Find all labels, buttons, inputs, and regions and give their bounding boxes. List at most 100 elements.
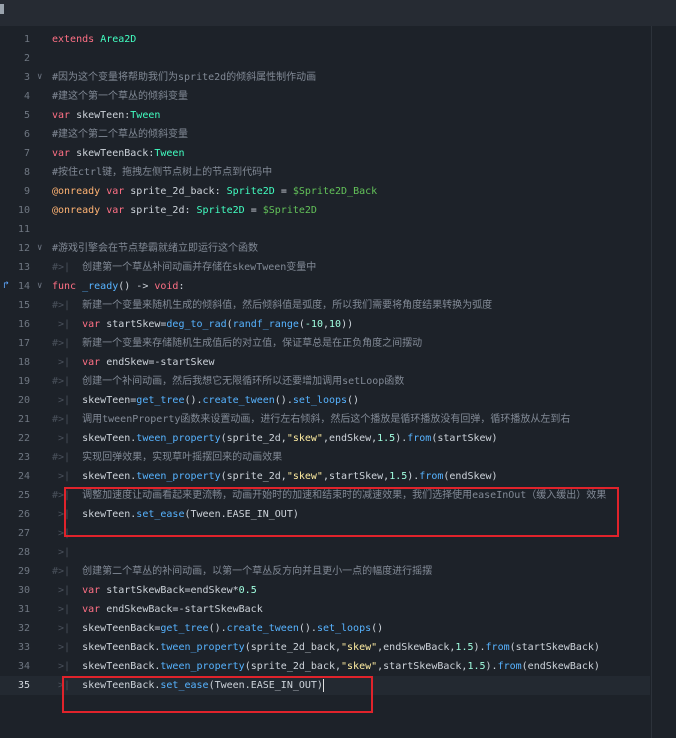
line-number[interactable]: 20	[0, 391, 30, 410]
line-number[interactable]: 18	[0, 353, 30, 372]
line-number[interactable]: 1	[0, 30, 30, 49]
code-line[interactable]: 32 >| skewTeenBack=get_tree().create_twe…	[0, 619, 650, 638]
code-editor[interactable]: 1 extends Area2D 2 3 ∨ #因为这个变量将帮助我们为sprite2d的…	[0, 26, 676, 738]
code-text[interactable]: #建这个第一个草丛的倾斜变量	[52, 87, 188, 106]
method-override-icon[interactable]: ↱	[3, 281, 12, 291]
code-text[interactable]: extends Area2D	[52, 30, 136, 49]
line-number[interactable]: 23	[0, 448, 30, 467]
line-number[interactable]: 30	[0, 581, 30, 600]
code-line[interactable]: 21 #>| 调用tweenProperty函数来设置动画，进行左右倾斜，然后这个…	[0, 410, 650, 429]
code-text[interactable]: >| skewTeen=get_tree().create_tween().se…	[52, 391, 359, 410]
code-line[interactable]: 10 @onready var sprite_2d: Sprite2D = $Sp…	[0, 201, 650, 220]
code-line[interactable]: 18 >| var endSkew=-startSkew	[0, 353, 650, 372]
line-number[interactable]: 11	[0, 220, 30, 239]
code-line[interactable]: 23 #>| 实现回弹效果，实现草叶摇摆回来的动画效果	[0, 448, 650, 467]
code-line[interactable]: 29 #>| 创建第二个草丛的补间动画，以第一个草丛反方向并且更小一点的幅度进行摇…	[0, 562, 650, 581]
code-text[interactable]: >| var endSkewBack=-startSkewBack	[52, 600, 263, 619]
line-number[interactable]: 16	[0, 315, 30, 334]
code-text[interactable]: #游戏引擎会在节点挚霸就绪立即运行这个函数	[52, 239, 258, 258]
line-number[interactable]: 4	[0, 87, 30, 106]
line-number[interactable]: 2	[0, 49, 30, 68]
line-number[interactable]: 35	[0, 676, 30, 695]
line-number[interactable]: 17	[0, 334, 30, 353]
code-text[interactable]: #>| 实现回弹效果，实现草叶摇摆回来的动画效果	[52, 448, 282, 467]
code-text[interactable]: #>| 创建一个补间动画，然后我想它无限循环所以还要增加调用setLoop函数	[52, 372, 404, 391]
line-number[interactable]: 33	[0, 638, 30, 657]
code-line[interactable]: 33 >| skewTeenBack.tween_property(sprite…	[0, 638, 650, 657]
line-number[interactable]: 8	[0, 163, 30, 182]
line-number[interactable]: 19	[0, 372, 30, 391]
code-line[interactable]: 31 >| var endSkewBack=-startSkewBack	[0, 600, 650, 619]
code-line[interactable]: 13 #>| 创建第一个草丛补间动画并存储在skewTween变量中	[0, 258, 650, 277]
code-text[interactable]: #>| 创建第二个草丛的补间动画，以第一个草丛反方向并且更小一点的幅度进行摇摆	[52, 562, 432, 581]
code-text[interactable]: #>| 创建第一个草丛补间动画并存储在skewTween变量中	[52, 258, 316, 277]
line-number[interactable]: 29	[0, 562, 30, 581]
line-number[interactable]: 28	[0, 543, 30, 562]
code-line[interactable]: 7 var skewTeenBack:Tween	[0, 144, 650, 163]
code-line[interactable]: 2	[0, 49, 650, 68]
code-text[interactable]: >| skewTeen.tween_property(sprite_2d,"sk…	[52, 429, 498, 448]
code-line[interactable]: 1 extends Area2D	[0, 30, 650, 49]
line-number[interactable]: 24	[0, 467, 30, 486]
code-line[interactable]: 20 >| skewTeen=get_tree().create_tween()…	[0, 391, 650, 410]
vertical-scrollbar-track[interactable]	[651, 26, 652, 738]
line-number[interactable]: 26	[0, 505, 30, 524]
code-line[interactable]: 19 #>| 创建一个补间动画，然后我想它无限循环所以还要增加调用setLoop函…	[0, 372, 650, 391]
line-number[interactable]: 3	[0, 68, 30, 87]
code-line[interactable]: 28 >|	[0, 543, 650, 562]
fold-arrow-icon[interactable]: ∨	[37, 68, 49, 87]
code-text[interactable]: @onready var sprite_2d_back: Sprite2D = …	[52, 182, 377, 201]
code-text[interactable]: @onready var sprite_2d: Sprite2D = $Spri…	[52, 201, 317, 220]
line-number[interactable]: 22	[0, 429, 30, 448]
code-text[interactable]: >| skewTeenBack=get_tree().create_tween(…	[52, 619, 383, 638]
code-line[interactable]: 4 #建这个第一个草丛的倾斜变量	[0, 87, 650, 106]
code-line[interactable]: 5 var skewTeen:Tween	[0, 106, 650, 125]
code-text[interactable]: >| var startSkew=deg_to_rad(randf_range(…	[52, 315, 353, 334]
code-line[interactable]: 30 >| var startSkewBack=endSkew*0.5	[0, 581, 650, 600]
code-text[interactable]: >| skewTeenBack.tween_property(sprite_2d…	[52, 657, 600, 676]
code-text[interactable]: #建这个第二个草丛的倾斜变量	[52, 125, 188, 144]
code-line[interactable]: 34 >| skewTeenBack.tween_property(sprite…	[0, 657, 650, 676]
code-text[interactable]: >| var startSkewBack=endSkew*0.5	[52, 581, 257, 600]
code-line[interactable]: 24 >| skewTeen.tween_property(sprite_2d,…	[0, 467, 650, 486]
line-number[interactable]: 31	[0, 600, 30, 619]
code-text[interactable]: >| var endSkew=-startSkew	[52, 353, 215, 372]
line-number[interactable]: 12	[0, 239, 30, 258]
code-text[interactable]: var skewTeenBack:Tween	[52, 144, 184, 163]
line-number[interactable]: 13	[0, 258, 30, 277]
fold-arrow-icon[interactable]: ∨	[37, 239, 49, 258]
code-line[interactable]: 11	[0, 220, 650, 239]
code-text[interactable]: >| skewTeenBack.tween_property(sprite_2d…	[52, 638, 600, 657]
panel-handle-icon[interactable]	[0, 4, 4, 14]
code-text[interactable]: >|	[52, 543, 82, 562]
code-text[interactable]: #>| 调用tweenProperty函数来设置动画，进行左右倾斜，然后这个播放…	[52, 410, 570, 429]
code-line[interactable]: 12 ∨ #游戏引擎会在节点挚霸就绪立即运行这个函数	[0, 239, 650, 258]
line-number[interactable]: 6	[0, 125, 30, 144]
code-line[interactable]: 9 @onready var sprite_2d_back: Sprite2D =…	[0, 182, 650, 201]
code-line[interactable]: 16 >| var startSkew=deg_to_rad(randf_ran…	[0, 315, 650, 334]
line-number[interactable]: 7	[0, 144, 30, 163]
line-number[interactable]: 5	[0, 106, 30, 125]
code-text[interactable]: #按住ctrl键，拖拽左侧节点树上的节点到代码中	[52, 163, 272, 182]
line-number[interactable]: 27	[0, 524, 30, 543]
line-number[interactable]: 9	[0, 182, 30, 201]
line-number[interactable]: 15	[0, 296, 30, 315]
code-text[interactable]: var skewTeen:Tween	[52, 106, 160, 125]
code-line[interactable]: 22 >| skewTeen.tween_property(sprite_2d,…	[0, 429, 650, 448]
code-text[interactable]: #因为这个变量将帮助我们为sprite2d的倾斜属性制作动画	[52, 68, 316, 87]
code-text[interactable]: #>| 新建一个变量来存储随机生成值后的对立值，保证草总是在正负角度之间摆动	[52, 334, 422, 353]
line-number[interactable]: 10	[0, 201, 30, 220]
code-line[interactable]: 6 #建这个第二个草丛的倾斜变量	[0, 125, 650, 144]
line-number[interactable]: 21	[0, 410, 30, 429]
code-line[interactable]: 17 #>| 新建一个变量来存储随机生成值后的对立值，保证草总是在正负角度之间摆动	[0, 334, 650, 353]
line-number[interactable]: 32	[0, 619, 30, 638]
code-line[interactable]: 15 #>| 新建一个变量来随机生成的倾斜值，然后倾斜值是弧度，所以我们需要将角度…	[0, 296, 650, 315]
code-line[interactable]: 8 #按住ctrl键，拖拽左侧节点树上的节点到代码中	[0, 163, 650, 182]
code-line[interactable]: 3 ∨ #因为这个变量将帮助我们为sprite2d的倾斜属性制作动画	[0, 68, 650, 87]
code-text[interactable]: >| skewTeen.tween_property(sprite_2d,"sk…	[52, 467, 498, 486]
code-text[interactable]: #>| 新建一个变量来随机生成的倾斜值，然后倾斜值是弧度，所以我们需要将角度结果…	[52, 296, 492, 315]
code-text[interactable]: func _ready() -> void:	[52, 277, 185, 296]
line-number[interactable]: 25	[0, 486, 30, 505]
fold-arrow-icon[interactable]: ∨	[37, 277, 49, 296]
line-number[interactable]: 34	[0, 657, 30, 676]
